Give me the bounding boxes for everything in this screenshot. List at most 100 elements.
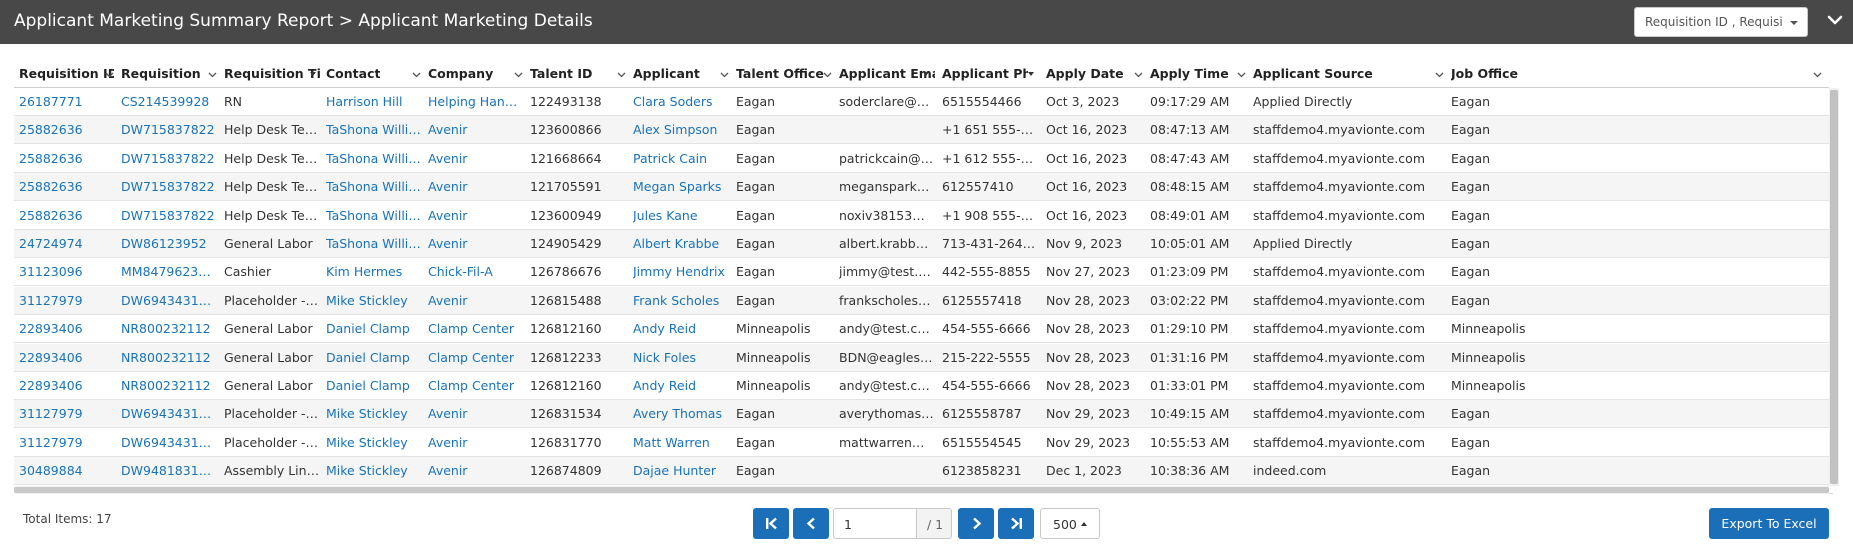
cell-requisition-id[interactable]: 25882636 [19, 208, 114, 223]
column-menu-chevron-icon[interactable] [1134, 72, 1143, 78]
cell-company[interactable]: Clamp Center [428, 350, 524, 365]
first-page-button[interactable] [753, 508, 789, 539]
cell-applicant[interactable]: Patrick Cain [633, 151, 729, 166]
column-header-6[interactable]: Applicant [633, 66, 700, 84]
vertical-scroll-thumb[interactable] [1830, 90, 1838, 484]
cell-requisition-id[interactable]: 26187771 [19, 94, 114, 109]
column-menu-chevron-icon[interactable] [1813, 72, 1822, 78]
cell-requisition-id[interactable]: 31123096 [19, 264, 114, 279]
vertical-scrollbar[interactable] [1829, 88, 1839, 486]
cell-contact[interactable]: Daniel Clamp [326, 350, 422, 365]
next-page-button[interactable] [958, 508, 994, 539]
cell-requisition[interactable]: DW715837822 [121, 122, 217, 137]
cell-contact[interactable]: TaShona Williams [326, 151, 422, 166]
cell-requisition-id[interactable]: 25882636 [19, 151, 114, 166]
sort-desc-icon[interactable] [310, 72, 316, 76]
column-header-5[interactable]: Talent ID [530, 66, 592, 84]
cell-company[interactable]: Avenir [428, 179, 524, 194]
cell-requisition-id[interactable]: 30489884 [19, 463, 114, 478]
cell-requisition-id[interactable]: 22893406 [19, 378, 114, 393]
cell-company[interactable]: Avenir [428, 406, 524, 421]
cell-requisition-id[interactable]: 31127979 [19, 293, 114, 308]
column-menu-chevron-icon[interactable] [412, 72, 421, 78]
cell-applicant[interactable]: Andy Reid [633, 321, 729, 336]
cell-company[interactable]: Avenir [428, 151, 524, 166]
column-menu-chevron-icon[interactable] [514, 72, 523, 78]
cell-contact[interactable]: Harrison Hill [326, 94, 422, 109]
page-size-select[interactable]: 500 [1040, 508, 1100, 539]
column-menu-chevron-icon[interactable] [720, 72, 729, 78]
column-header-2[interactable]: Requisition Title [224, 66, 320, 84]
cell-requisition[interactable]: NR800232112 [121, 321, 217, 336]
cell-contact[interactable]: Mike Stickley [326, 406, 422, 421]
cell-company[interactable]: Chick-Fil-A [428, 264, 524, 279]
cell-applicant[interactable]: Clara Soders [633, 94, 729, 109]
horizontal-scroll-thumb[interactable] [14, 487, 1829, 493]
cell-applicant[interactable]: Albert Krabbe [633, 236, 729, 251]
cell-applicant[interactable]: Megan Sparks [633, 179, 729, 194]
cell-requisition-id[interactable]: 22893406 [19, 321, 114, 336]
cell-requisition[interactable]: DW86123952 [121, 236, 217, 251]
cell-requisition[interactable]: DW6943431128 [121, 435, 217, 450]
cell-applicant[interactable]: Jules Kane [633, 208, 729, 223]
horizontal-scrollbar[interactable] [14, 486, 1829, 494]
table-row[interactable]: 30489884 DW9481831025 Assembly Line W... Mi… [14, 457, 1829, 486]
cell-applicant[interactable]: Nick Foles [633, 350, 729, 365]
sort-desc-icon[interactable] [923, 72, 929, 76]
column-header-8[interactable]: Applicant Email [839, 66, 935, 84]
column-header-3[interactable]: Contact [326, 66, 380, 84]
cell-requisition[interactable]: DW9481831025 [121, 463, 217, 478]
cell-requisition[interactable]: DW715837822 [121, 179, 217, 194]
cell-requisition[interactable]: NR800232112 [121, 378, 217, 393]
cell-requisition-id[interactable]: 31127979 [19, 406, 114, 421]
cell-requisition-id[interactable]: 22893406 [19, 350, 114, 365]
cell-company[interactable]: Avenir [428, 463, 524, 478]
cell-company[interactable]: Clamp Center [428, 321, 524, 336]
column-menu-chevron-icon[interactable] [208, 72, 217, 78]
table-row[interactable]: 25882636 DW715837822 Help Desk Techni... Ta… [14, 173, 1829, 202]
table-row[interactable]: 25882636 DW715837822 Help Desk Techni... Ta… [14, 145, 1829, 173]
cell-requisition[interactable]: DW715837822 [121, 151, 217, 166]
column-header-13[interactable]: Job Office [1451, 66, 1518, 84]
cell-requisition[interactable]: DW6943431128 [121, 406, 217, 421]
cell-applicant[interactable]: Avery Thomas [633, 406, 729, 421]
cell-company[interactable]: Avenir [428, 122, 524, 137]
column-menu-chevron-icon[interactable] [823, 72, 832, 78]
column-header-11[interactable]: Apply Time [1150, 66, 1229, 84]
column-header-7[interactable]: Talent Office [736, 66, 824, 84]
cell-contact[interactable]: Mike Stickley [326, 435, 422, 450]
table-row[interactable]: 25882636 DW715837822 Help Desk Techni... Ta… [14, 116, 1829, 145]
export-to-excel-button[interactable]: Export To Excel [1709, 508, 1829, 539]
cell-applicant[interactable]: Andy Reid [633, 378, 729, 393]
cell-company[interactable]: Avenir [428, 293, 524, 308]
column-menu-chevron-icon[interactable] [617, 72, 626, 78]
cell-contact[interactable]: TaShona Williams [326, 208, 422, 223]
cell-requisition-id[interactable]: 24724974 [19, 236, 114, 251]
cell-contact[interactable]: Mike Stickley [326, 293, 422, 308]
cell-contact[interactable]: Daniel Clamp [326, 378, 422, 393]
column-header-12[interactable]: Applicant Source [1253, 66, 1373, 84]
cell-contact[interactable]: Daniel Clamp [326, 321, 422, 336]
last-page-button[interactable] [998, 508, 1034, 539]
table-row[interactable]: 31123096 MM84796231127 Cashier Kim Hermes Ch… [14, 258, 1829, 287]
cell-requisition-id[interactable]: 25882636 [19, 122, 114, 137]
table-row[interactable]: 24724974 DW86123952 General Labor TaShona W… [14, 230, 1829, 258]
cell-applicant[interactable]: Matt Warren [633, 435, 729, 450]
column-header-0[interactable]: Requisition ID [19, 66, 114, 84]
table-row[interactable]: 26187771 CS214539928 RN Harrison Hill Helpin… [14, 88, 1829, 116]
cell-company[interactable]: Clamp Center [428, 378, 524, 393]
table-row[interactable]: 22893406 NR800232112 General Labor Daniel C… [14, 315, 1829, 344]
column-menu-chevron-icon[interactable] [1435, 72, 1444, 78]
table-row[interactable]: 25882636 DW715837822 Help Desk Techni... Ta… [14, 202, 1829, 230]
cell-company[interactable]: Helping Hands H... [428, 94, 524, 109]
previous-page-button[interactable] [793, 508, 829, 539]
cell-requisition[interactable]: DW6943431128 [121, 293, 217, 308]
column-header-9[interactable]: Applicant Phone [942, 66, 1028, 84]
cell-company[interactable]: Avenir [428, 208, 524, 223]
cell-applicant[interactable]: Frank Scholes [633, 293, 729, 308]
table-row[interactable]: 22893406 NR800232112 General Labor Daniel C… [14, 372, 1829, 400]
cell-contact[interactable]: TaShona Williams [326, 122, 422, 137]
collapse-chevron-icon[interactable] [1826, 10, 1844, 30]
cell-applicant[interactable]: Jimmy Hendrix [633, 264, 729, 279]
cell-requisition[interactable]: MM84796231127 [121, 264, 217, 279]
